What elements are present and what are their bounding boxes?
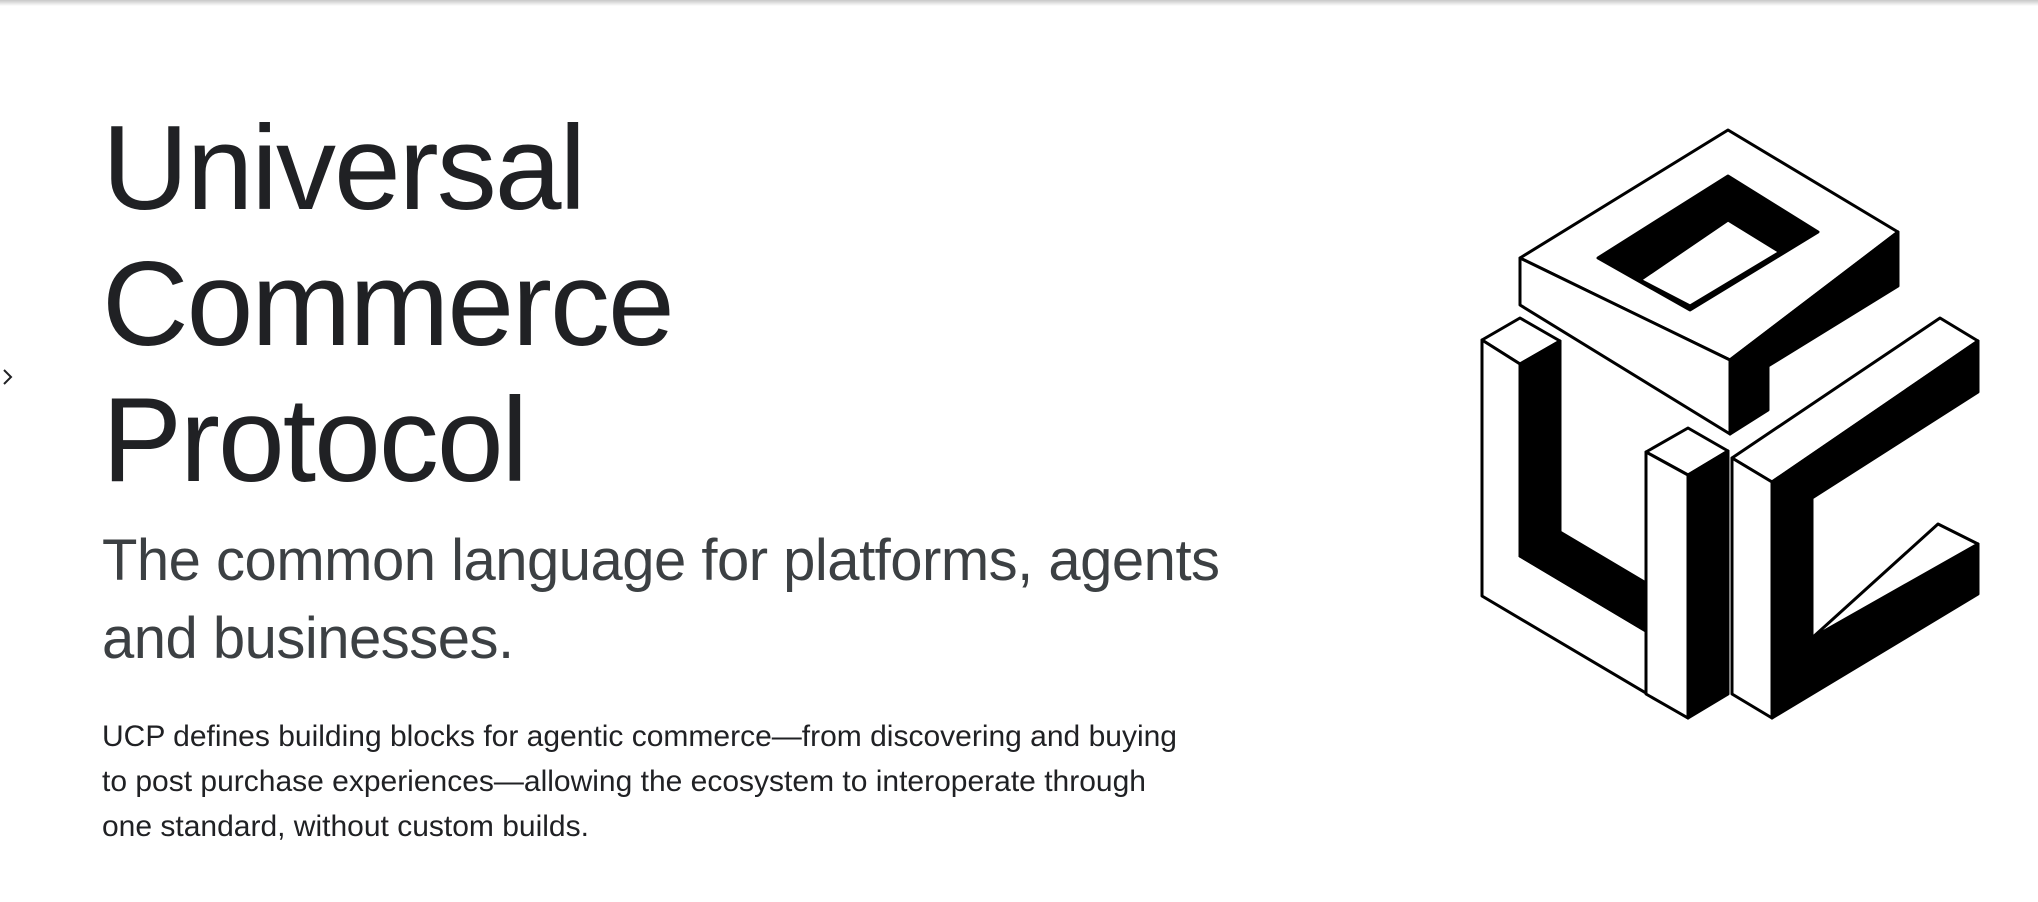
sidebar-expand-button[interactable] <box>0 362 16 392</box>
ucp-logo <box>1480 128 1980 720</box>
page-title: Universal Commerce Protocol <box>102 100 675 508</box>
hero-description: UCP defines building blocks for agentic … <box>102 720 1177 843</box>
chevron-right-icon <box>3 369 13 385</box>
title-line: Universal <box>102 101 586 235</box>
title-line: Protocol <box>102 373 528 507</box>
hero-subtitle: The common language for platforms, agent… <box>102 528 1220 671</box>
title-line: Commerce <box>102 237 675 371</box>
header-shadow <box>0 0 2038 6</box>
